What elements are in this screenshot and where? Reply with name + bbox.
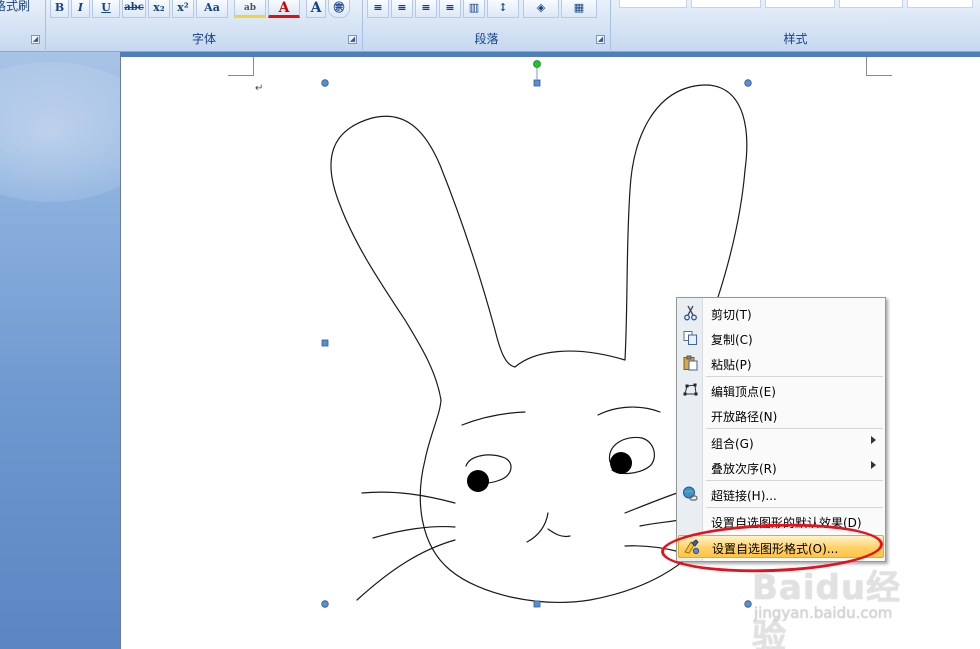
watermark-url: jingyan.baidu.com bbox=[754, 604, 893, 622]
menu-item-paste-label: 粘贴(P) bbox=[711, 358, 752, 372]
submenu-arrow-icon bbox=[871, 461, 876, 469]
copy-icon bbox=[683, 331, 697, 345]
rabbit-nose bbox=[526, 512, 549, 543]
scissors-icon bbox=[684, 305, 697, 321]
handle-left-middle bbox=[321, 339, 329, 347]
hyperlink-icon bbox=[683, 486, 698, 501]
whisker-right-1 bbox=[624, 491, 681, 514]
right-eyebrow bbox=[597, 406, 661, 416]
paste-icon bbox=[683, 355, 698, 371]
menu-item-cut[interactable]: 剪切(T) bbox=[678, 302, 884, 324]
rotate-handle bbox=[533, 60, 541, 68]
context-menu: 剪切(T) 复制(C) 粘贴(P) 编辑顶点(E) 开放路径(N) 组合(G) … bbox=[676, 297, 886, 562]
menu-item-cut-label: 剪切(T) bbox=[711, 308, 752, 322]
rabbit-mouth bbox=[547, 528, 571, 538]
whisker-left-1 bbox=[361, 491, 456, 504]
baidu-jingyan-watermark: Baidu经验 jingyan.baidu.com bbox=[752, 560, 932, 649]
menu-item-paste[interactable]: 粘贴(P) bbox=[678, 352, 884, 374]
right-pupil bbox=[610, 452, 632, 474]
menu-separator bbox=[706, 376, 883, 377]
handle-bottom-left bbox=[321, 600, 329, 608]
edit-points-icon bbox=[683, 383, 698, 396]
whisker-right-2 bbox=[639, 519, 681, 527]
menu-item-copy[interactable]: 复制(C) bbox=[678, 327, 884, 349]
menu-item-order[interactable]: 叠放次序(R) bbox=[678, 456, 884, 478]
handle-top-right bbox=[744, 79, 752, 87]
left-eyebrow bbox=[461, 411, 526, 426]
whisker-left-3 bbox=[356, 539, 456, 601]
handle-top-middle bbox=[533, 79, 541, 87]
menu-separator bbox=[706, 480, 883, 481]
whisker-left-2 bbox=[372, 526, 456, 539]
handle-bottom-middle bbox=[533, 600, 541, 608]
menu-item-hyperlink-label: 超链接(H)... bbox=[711, 489, 777, 503]
menu-item-hyperlink[interactable]: 超链接(H)... bbox=[678, 483, 884, 505]
menu-separator bbox=[706, 507, 883, 508]
menu-item-edit-points[interactable]: 编辑顶点(E) bbox=[678, 379, 884, 401]
menu-item-open-path[interactable]: 开放路径(N) bbox=[678, 404, 884, 426]
handle-bottom-right bbox=[744, 600, 752, 608]
menu-separator bbox=[706, 428, 883, 429]
menu-item-group-label: 组合(G) bbox=[711, 437, 754, 451]
menu-item-open-path-label: 开放路径(N) bbox=[711, 410, 778, 424]
menu-item-order-label: 叠放次序(R) bbox=[711, 462, 777, 476]
left-pupil bbox=[467, 470, 489, 492]
menu-item-group[interactable]: 组合(G) bbox=[678, 431, 884, 453]
handle-top-left bbox=[321, 79, 329, 87]
menu-item-edit-points-label: 编辑顶点(E) bbox=[711, 385, 776, 399]
submenu-arrow-icon bbox=[871, 436, 876, 444]
menu-item-copy-label: 复制(C) bbox=[711, 333, 753, 347]
